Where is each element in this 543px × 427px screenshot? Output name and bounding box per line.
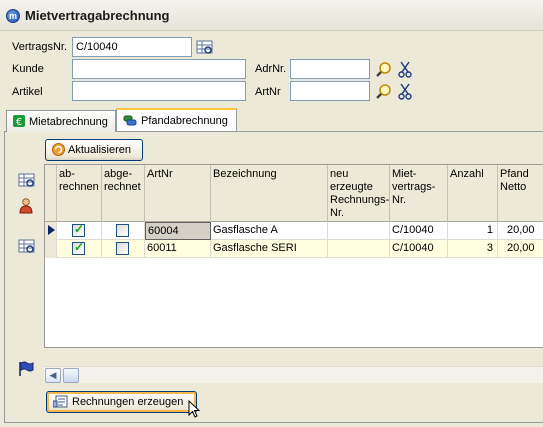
rechnungsnr-cell[interactable] <box>328 222 390 240</box>
mietvertragsnr-cell[interactable]: C/10040 <box>390 222 448 240</box>
row-indicator <box>45 240 57 258</box>
refresh-button[interactable]: Aktualisieren <box>45 139 143 161</box>
rechnungsnr-cell[interactable] <box>328 240 390 258</box>
search-icon[interactable] <box>374 60 392 78</box>
scroll-left-icon[interactable]: ◀ <box>45 368 61 383</box>
kunde-label: Kunde <box>12 63 44 75</box>
artnr-cell[interactable]: 60011 <box>145 240 211 258</box>
bezeichnung-cell[interactable]: Gasflasche SERI <box>211 240 328 258</box>
mouse-cursor-icon <box>188 400 200 418</box>
clear-scissors-icon[interactable] <box>396 60 414 78</box>
abgerechnet-checkbox[interactable] <box>116 224 129 237</box>
abgerechnet-cell <box>102 240 145 258</box>
table-row[interactable]: 60011 Gasflasche SERI C/10040 3 20,00 <box>45 240 543 258</box>
clear-scissors-icon[interactable] <box>396 82 414 100</box>
pfand-netto-cell[interactable]: 20,00 <box>498 240 543 258</box>
svg-text:€: € <box>16 117 22 127</box>
abrechnen-cell <box>57 240 102 258</box>
vertragsnr-field[interactable]: C/10040 <box>72 37 192 57</box>
refresh-icon <box>52 143 65 156</box>
anzahl-cell[interactable]: 3 <box>448 240 498 258</box>
bottles-icon <box>123 115 137 126</box>
horizontal-scrollbar[interactable]: ◀ <box>44 366 543 383</box>
tab-mietabrechnung[interactable]: € Mietabrechnung <box>6 110 116 132</box>
kunde-field[interactable] <box>72 59 246 79</box>
column-header-artnr[interactable]: ArtNr <box>145 165 211 222</box>
grid-header: ab- rechnen abge- rechnet ArtNr Bezeichn… <box>45 165 543 222</box>
money-icon: € <box>13 115 25 127</box>
abgerechnet-cell <box>102 222 145 240</box>
column-header-pfand-netto[interactable]: Pfand Netto <box>498 165 543 222</box>
artikel-label: Artikel <box>12 86 43 98</box>
column-header-rechnungsnr[interactable]: neu erzeugte Rechnungs- Nr. <box>328 165 390 222</box>
table-edit-icon[interactable] <box>17 237 35 255</box>
artikel-field[interactable] <box>72 81 246 101</box>
row-indicator <box>45 222 57 240</box>
adrnr-label: AdrNr. <box>255 63 287 75</box>
abrechnen-cell <box>57 222 102 240</box>
refresh-label: Aktualisieren <box>68 144 131 156</box>
pfand-netto-cell[interactable]: 20,00 <box>498 222 543 240</box>
artnr-label: ArtNr <box>255 86 281 98</box>
vertragsnr-label: VertragsNr. <box>12 41 68 53</box>
table-row[interactable]: 60004 Gasflasche A C/10040 1 20,00 <box>45 222 543 240</box>
person-icon[interactable] <box>17 197 35 215</box>
search-icon[interactable] <box>374 82 392 100</box>
create-invoices-button[interactable]: Rechnungen erzeugen <box>46 391 197 413</box>
mietvertragsnr-cell[interactable]: C/10040 <box>390 240 448 258</box>
anzahl-cell[interactable]: 1 <box>448 222 498 240</box>
app-icon: m <box>6 9 20 23</box>
create-invoices-label: Rechnungen erzeugen <box>72 396 184 408</box>
window-title: Mietvertragabrechnung <box>25 8 170 23</box>
row-indicator-header <box>45 165 57 222</box>
artnr-field[interactable] <box>290 81 370 101</box>
column-header-bezeichnung[interactable]: Bezeichnung <box>211 165 328 222</box>
abrechnen-checkbox[interactable] <box>72 240 85 255</box>
column-header-mietvertragsnr[interactable]: Miet- vertrags- Nr. <box>390 165 448 222</box>
artnr-cell[interactable]: 60004 <box>145 222 211 240</box>
table-lookup-icon[interactable] <box>195 38 213 56</box>
column-header-abrechnen[interactable]: ab- rechnen <box>57 165 102 222</box>
table-edit-icon[interactable] <box>17 171 35 189</box>
adrnr-field[interactable] <box>290 59 370 79</box>
flag-icon[interactable] <box>17 360 35 378</box>
column-header-anzahl[interactable]: Anzahl <box>448 165 498 222</box>
bezeichnung-cell[interactable]: Gasflasche A <box>211 222 328 240</box>
pfand-grid: ab- rechnen abge- rechnet ArtNr Bezeichn… <box>44 164 543 348</box>
tab-label: Pfandabrechnung <box>141 115 228 127</box>
tab-label: Mietabrechnung <box>29 116 108 128</box>
abrechnen-checkbox[interactable] <box>72 222 85 237</box>
title-bar: m Mietvertragabrechnung <box>0 0 543 31</box>
abgerechnet-checkbox[interactable] <box>116 242 129 255</box>
scroll-thumb[interactable] <box>63 368 79 383</box>
current-row-arrow-icon <box>48 225 55 235</box>
column-header-abgerechnet[interactable]: abge- rechnet <box>102 165 145 222</box>
invoice-generate-icon <box>52 395 68 408</box>
tab-pfandabrechnung[interactable]: Pfandabrechnung <box>116 108 237 131</box>
